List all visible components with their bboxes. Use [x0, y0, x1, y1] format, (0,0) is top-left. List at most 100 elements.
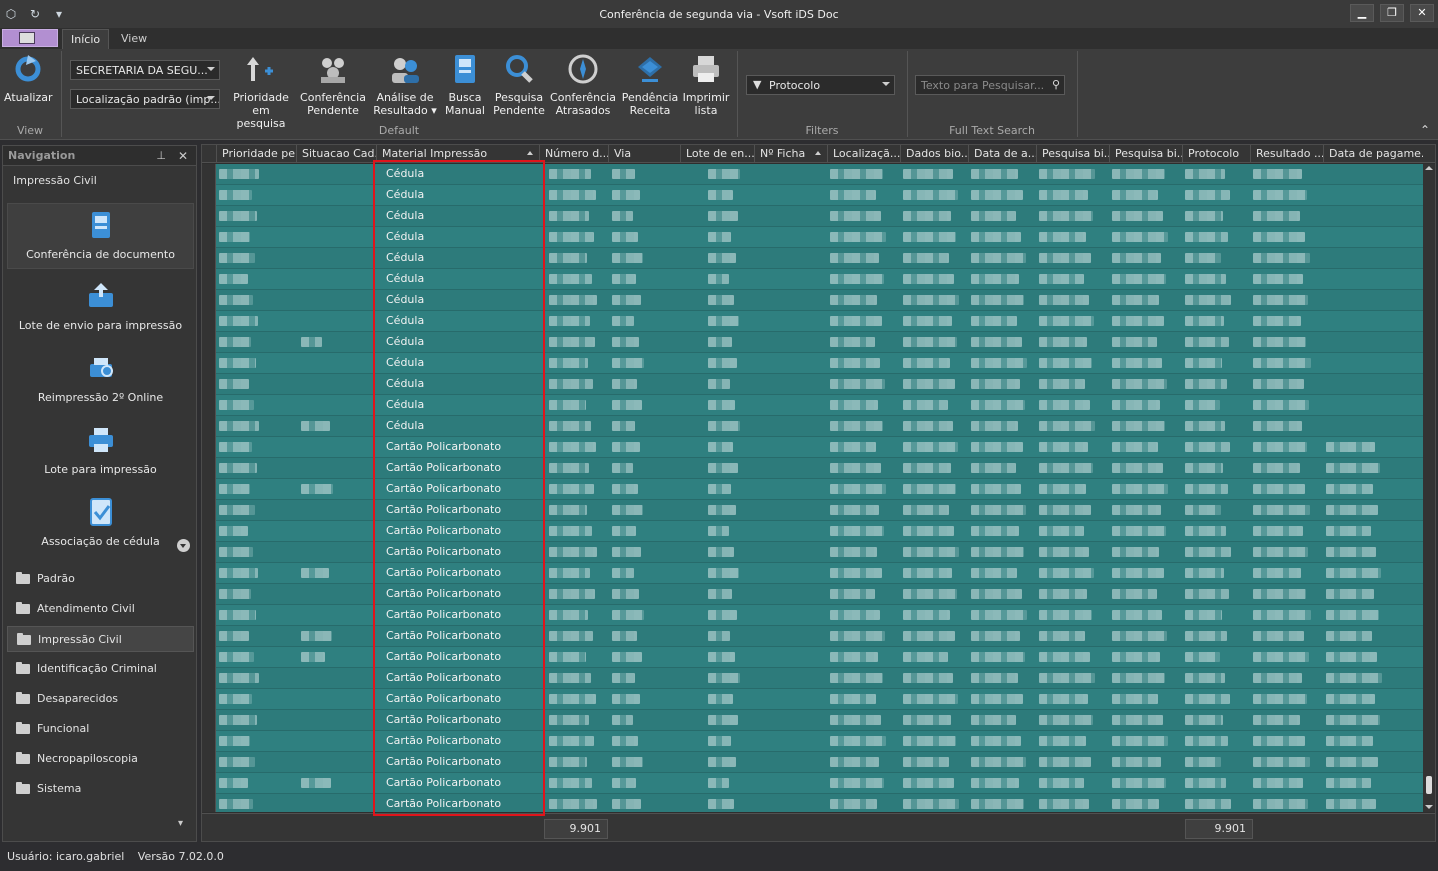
- material-cell[interactable]: Cédula: [381, 353, 424, 374]
- table-row[interactable]: Cédula: [216, 353, 1424, 374]
- nav-item-conferencia-documento[interactable]: Conferência de documento: [7, 203, 194, 269]
- nav-folder-identificacao-criminal[interactable]: Identificação Criminal: [7, 656, 194, 682]
- tab-inicio[interactable]: Início: [62, 29, 110, 49]
- table-row[interactable]: Cartão Policarbonato: [216, 437, 1424, 458]
- material-cell[interactable]: Cartão Policarbonato: [381, 668, 501, 689]
- material-cell[interactable]: Cartão Policarbonato: [381, 647, 501, 668]
- column-header[interactable]: Nº Ficha: [754, 145, 827, 163]
- application-menu-button[interactable]: [2, 29, 58, 47]
- material-cell[interactable]: Cédula: [381, 311, 424, 332]
- nav-item-associacao-cedula[interactable]: Associação de cédula: [7, 491, 194, 557]
- scroll-up-icon[interactable]: [1425, 166, 1433, 170]
- table-row[interactable]: Cédula: [216, 311, 1424, 332]
- customize-toolbar-icon[interactable]: ▾: [52, 7, 66, 21]
- table-row[interactable]: Cédula: [216, 164, 1424, 185]
- material-cell[interactable]: Cartão Policarbonato: [381, 458, 501, 479]
- column-header[interactable]: Data de a...: [968, 145, 1036, 163]
- material-cell[interactable]: Cartão Policarbonato: [381, 479, 501, 500]
- pin-icon[interactable]: ⊥: [156, 146, 166, 166]
- column-header[interactable]: Dados bio...: [900, 145, 968, 163]
- column-header[interactable]: Prioridade pe...: [216, 145, 296, 163]
- column-header[interactable]: Lote de en...: [680, 145, 754, 163]
- nav-folder-necropapiloscopia[interactable]: Necropapiloscopia: [7, 746, 194, 772]
- material-cell[interactable]: Cartão Policarbonato: [381, 626, 501, 647]
- nav-folder-sistema[interactable]: Sistema: [7, 776, 194, 802]
- table-row[interactable]: Cartão Policarbonato: [216, 794, 1424, 812]
- scroll-thumb[interactable]: [1426, 776, 1432, 794]
- refresh-button[interactable]: Atualizar: [4, 53, 53, 104]
- material-cell[interactable]: Cartão Policarbonato: [381, 731, 501, 752]
- refresh-quick-icon[interactable]: ↻: [28, 7, 42, 21]
- overdue-button[interactable]: Conferência Atrasados: [550, 53, 616, 117]
- scroll-down-icon[interactable]: [1425, 805, 1433, 809]
- nav-item-reimpressao[interactable]: Reimpressão 2º Online: [7, 347, 194, 413]
- table-row[interactable]: Cédula: [216, 416, 1424, 437]
- manual-search-button[interactable]: Busca Manual: [440, 53, 490, 117]
- material-cell[interactable]: Cartão Policarbonato: [381, 500, 501, 521]
- search-icon[interactable]: ⚲: [1052, 78, 1060, 91]
- nav-overflow-chevron-icon[interactable]: ▾: [178, 818, 183, 829]
- table-row[interactable]: Cartão Policarbonato: [216, 731, 1424, 752]
- table-row[interactable]: Cartão Policarbonato: [216, 752, 1424, 773]
- table-row[interactable]: Cédula: [216, 206, 1424, 227]
- material-cell[interactable]: Cartão Policarbonato: [381, 605, 501, 626]
- table-row[interactable]: Cartão Policarbonato: [216, 710, 1424, 731]
- column-header[interactable]: Pesquisa bi...: [1036, 145, 1109, 163]
- table-row[interactable]: Cédula: [216, 290, 1424, 311]
- material-cell[interactable]: Cédula: [381, 290, 424, 311]
- column-header[interactable]: Situacao Cad...: [296, 145, 376, 163]
- location-combo[interactable]: Localização padrão (imp...: [70, 89, 220, 109]
- table-row[interactable]: Cartão Policarbonato: [216, 563, 1424, 584]
- nav-folder-funcional[interactable]: Funcional: [7, 716, 194, 742]
- expand-more-icon[interactable]: [177, 539, 190, 552]
- priority-button[interactable]: Prioridade em pesquisa: [228, 53, 294, 130]
- table-row[interactable]: Cartão Policarbonato: [216, 458, 1424, 479]
- table-row[interactable]: Cartão Policarbonato: [216, 689, 1424, 710]
- table-row[interactable]: Cartão Policarbonato: [216, 626, 1424, 647]
- print-list-button[interactable]: Imprimir lista: [682, 53, 730, 117]
- material-cell[interactable]: Cartão Policarbonato: [381, 710, 501, 731]
- material-cell[interactable]: Cédula: [381, 185, 424, 206]
- material-cell[interactable]: Cédula: [381, 164, 424, 185]
- nav-folder-impressao-civil[interactable]: Impressão Civil: [7, 626, 194, 652]
- material-cell[interactable]: Cartão Policarbonato: [381, 542, 501, 563]
- table-row[interactable]: Cédula: [216, 227, 1424, 248]
- filter-combo[interactable]: ▼ Protocolo: [746, 75, 895, 95]
- column-header[interactable]: Resultado ...: [1250, 145, 1323, 163]
- material-cell[interactable]: Cédula: [381, 227, 424, 248]
- table-row[interactable]: Cartão Policarbonato: [216, 773, 1424, 794]
- material-cell[interactable]: Cédula: [381, 332, 424, 353]
- nav-item-lote-envio[interactable]: Lote de envio para impressão: [7, 275, 194, 341]
- restore-button[interactable]: ❐: [1380, 4, 1404, 22]
- table-row[interactable]: Cédula: [216, 185, 1424, 206]
- pending-check-button[interactable]: Conferência Pendente: [300, 53, 366, 117]
- nav-item-lote-impressao[interactable]: Lote para impressão: [7, 419, 194, 485]
- column-header[interactable]: Pesquisa bi...: [1109, 145, 1182, 163]
- table-row[interactable]: Cartão Policarbonato: [216, 542, 1424, 563]
- material-cell[interactable]: Cédula: [381, 269, 424, 290]
- material-cell[interactable]: Cartão Policarbonato: [381, 689, 501, 710]
- column-header[interactable]: Via: [608, 145, 680, 163]
- material-cell[interactable]: Cartão Policarbonato: [381, 794, 501, 812]
- material-cell[interactable]: Cartão Policarbonato: [381, 521, 501, 542]
- material-cell[interactable]: Cédula: [381, 395, 424, 416]
- material-cell[interactable]: Cédula: [381, 374, 424, 395]
- material-cell[interactable]: Cédula: [381, 248, 424, 269]
- full-text-search-input[interactable]: Texto para Pesquisar... ⚲: [915, 75, 1065, 95]
- column-header[interactable]: Número d...: [539, 145, 608, 163]
- column-header[interactable]: Data de pagame...: [1323, 145, 1423, 163]
- nav-folder-padrao[interactable]: Padrão: [7, 566, 194, 592]
- result-analysis-button[interactable]: Análise de Resultado ▾: [372, 53, 438, 117]
- minimize-button[interactable]: ▁: [1350, 4, 1374, 22]
- material-cell[interactable]: Cartão Policarbonato: [381, 752, 501, 773]
- close-button[interactable]: ✕: [1410, 4, 1434, 22]
- vertical-scrollbar[interactable]: [1423, 164, 1435, 812]
- nav-folder-desaparecidos[interactable]: Desaparecidos: [7, 686, 194, 712]
- table-row[interactable]: Cartão Policarbonato: [216, 584, 1424, 605]
- revenue-button[interactable]: Pendência Receita: [620, 53, 680, 117]
- table-row[interactable]: Cartão Policarbonato: [216, 521, 1424, 542]
- table-row[interactable]: Cédula: [216, 269, 1424, 290]
- table-row[interactable]: Cartão Policarbonato: [216, 479, 1424, 500]
- nav-folder-atendimento-civil[interactable]: Atendimento Civil: [7, 596, 194, 622]
- table-row[interactable]: Cédula: [216, 248, 1424, 269]
